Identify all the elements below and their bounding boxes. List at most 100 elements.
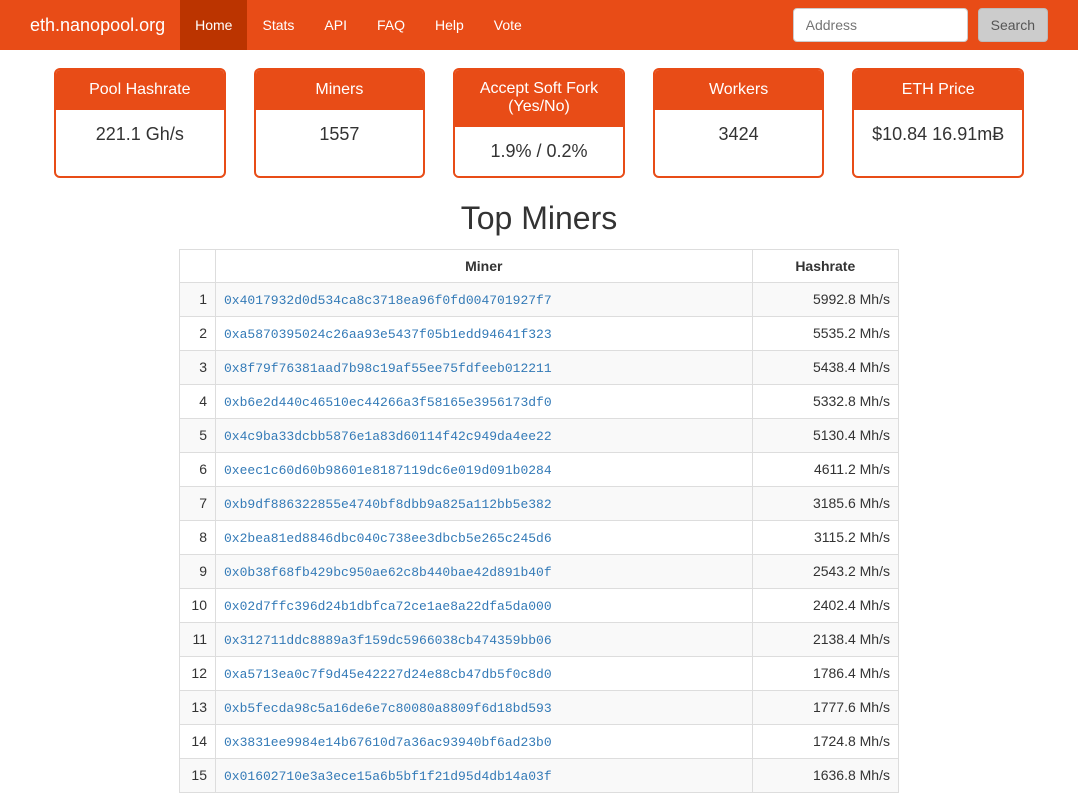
hashrate-cell: 5438.4 Mh/s	[752, 350, 898, 384]
table-row: 70xb9df886322855e4740bf8dbb9a825a112bb5e…	[180, 486, 899, 520]
miner-cell: 0xa5870395024c26aa93e5437f05b1edd94641f3…	[216, 316, 753, 350]
nav-link[interactable]: API	[309, 0, 362, 50]
rank-cell: 3	[180, 350, 216, 384]
table-row: 14 0x3831ee9984e14b67610d7a36ac93940bf6ad…	[180, 724, 899, 758]
stat-value: 1.9% / 0.2%	[455, 127, 623, 176]
hashrate-cell: 5535.2 Mh/s	[752, 316, 898, 350]
miner-cell: 0x2bea81ed8846dbc040c738ee3dbcb5e265c245…	[216, 520, 753, 554]
miner-link[interactable]: 0xb6e2d440c46510ec44266a3f58165e3956173d…	[224, 395, 552, 410]
table-row: 11 0x312711ddc8889a3f159dc5966038cb474359…	[180, 622, 899, 656]
miner-link[interactable]: 0x2bea81ed8846dbc040c738ee3dbcb5e265c245…	[224, 531, 552, 546]
rank-cell: 1	[180, 282, 216, 316]
navbar: eth.nanopool.org HomeStatsAPIFAQHelpVote…	[0, 0, 1078, 50]
rank-cell: 6	[180, 452, 216, 486]
top-miners-tbody: 1 0x4017932d0d534ca8c3718ea96f0fd00470192…	[180, 282, 899, 792]
section-title: Top Miners	[54, 200, 1024, 237]
stat-value: 1557	[256, 110, 424, 159]
hashrate-cell: 1724.8 Mh/s	[752, 724, 898, 758]
stats-row: Pool Hashrate221.1 Gh/s Miners1557 Accept …	[54, 68, 1024, 178]
miner-cell: 0x4017932d0d534ca8c3718ea96f0fd004701927…	[216, 282, 753, 316]
miner-link[interactable]: 0x312711ddc8889a3f159dc5966038cb474359bb…	[224, 633, 552, 648]
hashrate-cell: 2402.4 Mh/s	[752, 588, 898, 622]
hashrate-cell: 2138.4 Mh/s	[752, 622, 898, 656]
table-header-row: Miner Hashrate	[180, 249, 899, 282]
miner-cell: 0x0b38f68fb429bc950ae62c8b440bae42d891b4…	[216, 554, 753, 588]
stat-panel: Pool Hashrate221.1 Gh/s	[54, 68, 226, 178]
nav-item-stats[interactable]: Stats	[247, 0, 309, 50]
miner-link[interactable]: 0xb9df886322855e4740bf8dbb9a825a112bb5e3…	[224, 497, 552, 512]
main-container: Pool Hashrate221.1 Gh/s Miners1557 Accept …	[39, 68, 1039, 793]
nav-link[interactable]: Vote	[479, 0, 537, 50]
miner-cell: 0xb9df886322855e4740bf8dbb9a825a112bb5e3…	[216, 486, 753, 520]
table-row: 13 0xb5fecda98c5a16de6e7c80080a8809f6d18b…	[180, 690, 899, 724]
miner-link[interactable]: 0xa5870395024c26aa93e5437f05b1edd94641f3…	[224, 327, 552, 342]
stat-title: Workers	[655, 70, 823, 110]
stat-title: Miners	[256, 70, 424, 110]
hashrate-cell: 4611.2 Mh/s	[752, 452, 898, 486]
table-row: 1 0x4017932d0d534ca8c3718ea96f0fd00470192…	[180, 282, 899, 316]
hashrate-cell: 1777.6 Mh/s	[752, 690, 898, 724]
miner-link[interactable]: 0x4c9ba33dcbb5876e1a83d60114f42c949da4ee…	[224, 429, 552, 444]
miner-link[interactable]: 0xb5fecda98c5a16de6e7c80080a8809f6d18bd5…	[224, 701, 552, 716]
table-row: 90x0b38f68fb429bc950ae62c8b440bae42d891b…	[180, 554, 899, 588]
rank-cell: 5	[180, 418, 216, 452]
nav-list: HomeStatsAPIFAQHelpVote	[180, 0, 537, 50]
table-row: 15 0x01602710e3a3ece15a6b5bf1f21d95d4db14…	[180, 758, 899, 792]
nav-item-faq[interactable]: FAQ	[362, 0, 420, 50]
stat-panel: Workers3424	[653, 68, 825, 178]
col-miner: Miner	[216, 249, 753, 282]
nav-right: Search	[793, 8, 1063, 42]
miner-cell: 0x8f79f76381aad7b98c19af55ee75fdfeeb0122…	[216, 350, 753, 384]
miner-link[interactable]: 0x01602710e3a3ece15a6b5bf1f21d95d4db14a0…	[224, 769, 552, 784]
nav-item-api[interactable]: API	[309, 0, 362, 50]
search-button[interactable]: Search	[978, 8, 1048, 42]
stat-value: 221.1 Gh/s	[56, 110, 224, 159]
stat-panel: Accept Soft Fork (Yes/No)1.9% / 0.2%	[453, 68, 625, 178]
table-row: 2 0xa5870395024c26aa93e5437f05b1edd94641f…	[180, 316, 899, 350]
rank-cell: 2	[180, 316, 216, 350]
rank-cell: 11	[180, 622, 216, 656]
address-input[interactable]	[793, 8, 968, 42]
top-miners-table-wrap: Miner Hashrate 1 0x4017932d0d534ca8c3718e…	[179, 249, 899, 793]
miner-link[interactable]: 0x3831ee9984e14b67610d7a36ac93940bf6ad23…	[224, 735, 552, 750]
miner-link[interactable]: 0x02d7ffc396d24b1dbfca72ce1ae8a22dfa5da0…	[224, 599, 552, 614]
nav-item-help[interactable]: Help	[420, 0, 479, 50]
hashrate-cell: 1636.8 Mh/s	[752, 758, 898, 792]
table-row: 5 0x4c9ba33dcbb5876e1a83d60114f42c949da4e…	[180, 418, 899, 452]
table-row: 4 0xb6e2d440c46510ec44266a3f58165e3956173…	[180, 384, 899, 418]
hashrate-cell: 5992.8 Mh/s	[752, 282, 898, 316]
rank-cell: 4	[180, 384, 216, 418]
miner-cell: 0x4c9ba33dcbb5876e1a83d60114f42c949da4ee…	[216, 418, 753, 452]
nav-link[interactable]: Help	[420, 0, 479, 50]
rank-cell: 14	[180, 724, 216, 758]
stat-title: Pool Hashrate	[56, 70, 224, 110]
nav-link[interactable]: Stats	[247, 0, 309, 50]
miner-link[interactable]: 0x8f79f76381aad7b98c19af55ee75fdfeeb0122…	[224, 361, 552, 376]
hashrate-cell: 5332.8 Mh/s	[752, 384, 898, 418]
rank-cell: 13	[180, 690, 216, 724]
nav-item-home[interactable]: Home	[180, 0, 247, 50]
miner-link[interactable]: 0xeec1c60d60b98601e8187119dc6e019d091b02…	[224, 463, 552, 478]
rank-cell: 15	[180, 758, 216, 792]
rank-cell: 10	[180, 588, 216, 622]
table-row: 6 0xeec1c60d60b98601e8187119dc6e019d091b0…	[180, 452, 899, 486]
brand[interactable]: eth.nanopool.org	[15, 0, 180, 50]
nav-item-vote[interactable]: Vote	[479, 0, 537, 50]
stat-title: Accept Soft Fork (Yes/No)	[455, 70, 623, 127]
miner-link[interactable]: 0x4017932d0d534ca8c3718ea96f0fd004701927…	[224, 293, 552, 308]
nav-link[interactable]: FAQ	[362, 0, 420, 50]
top-miners-table: Miner Hashrate 1 0x4017932d0d534ca8c3718e…	[179, 249, 899, 793]
hashrate-cell: 3185.6 Mh/s	[752, 486, 898, 520]
miner-link[interactable]: 0x0b38f68fb429bc950ae62c8b440bae42d891b4…	[224, 565, 552, 580]
table-row: 8 0x2bea81ed8846dbc040c738ee3dbcb5e265c24…	[180, 520, 899, 554]
miner-link[interactable]: 0xa5713ea0c7f9d45e42227d24e88cb47db5f0c8…	[224, 667, 552, 682]
nav-link[interactable]: Home	[180, 0, 247, 50]
rank-cell: 8	[180, 520, 216, 554]
stat-value: 3424	[655, 110, 823, 159]
col-hashrate: Hashrate	[752, 249, 898, 282]
miner-cell: 0x3831ee9984e14b67610d7a36ac93940bf6ad23…	[216, 724, 753, 758]
stat-panel: ETH Price$10.84 16.91mɃ	[852, 68, 1024, 178]
miner-cell: 0x312711ddc8889a3f159dc5966038cb474359bb…	[216, 622, 753, 656]
miner-cell: 0xb6e2d440c46510ec44266a3f58165e3956173d…	[216, 384, 753, 418]
hashrate-cell: 1786.4 Mh/s	[752, 656, 898, 690]
